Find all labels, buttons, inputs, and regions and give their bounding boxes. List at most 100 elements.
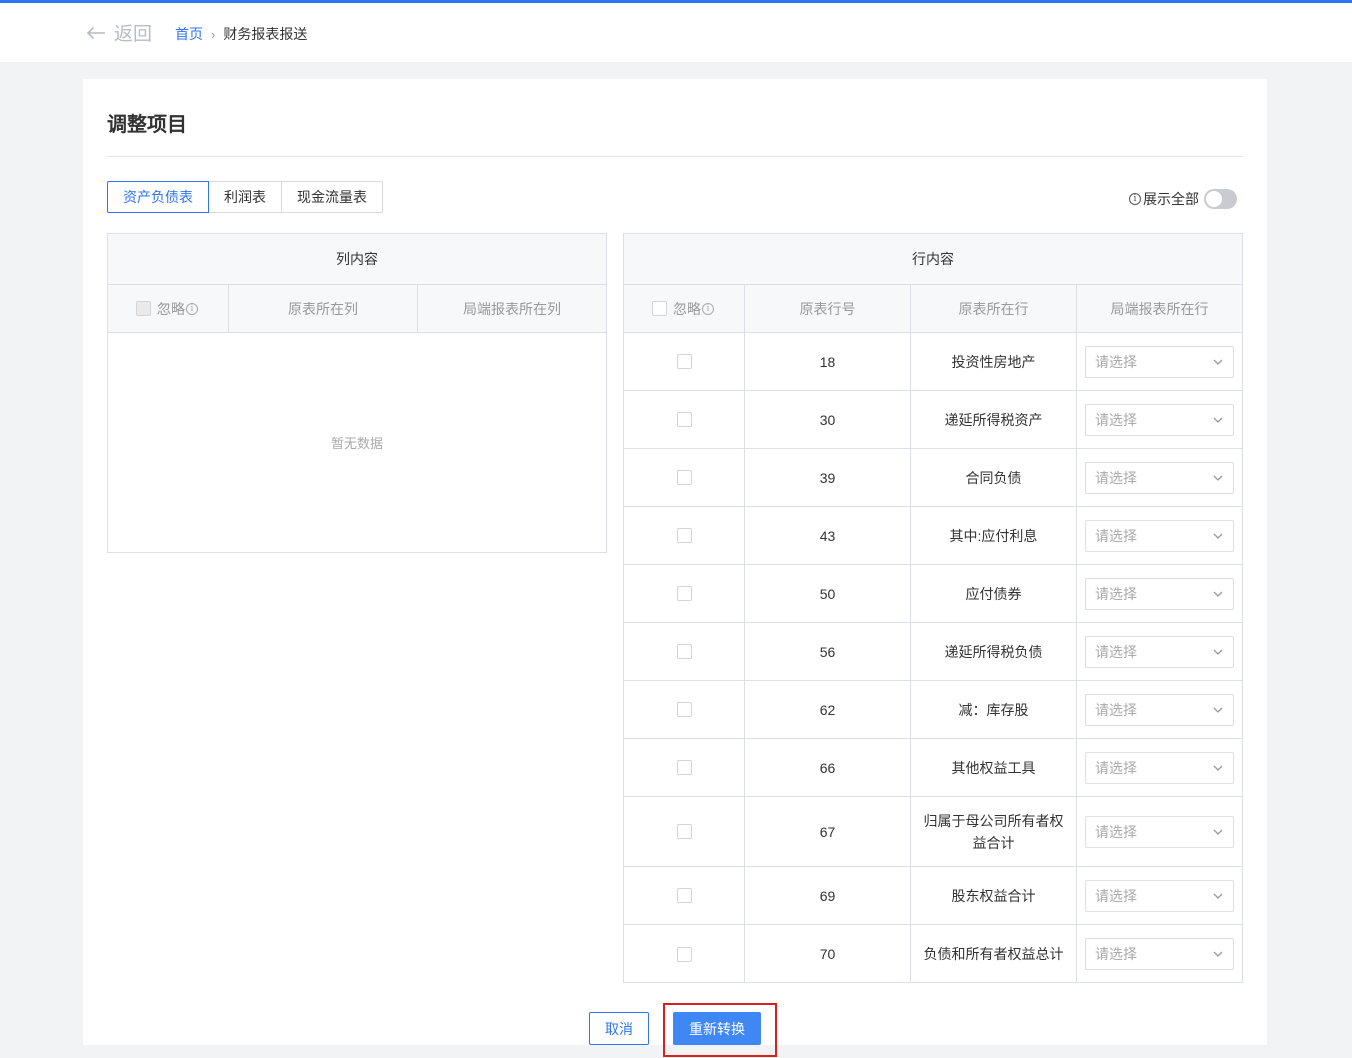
row-target-select[interactable]: 请选择 [1085,403,1234,436]
row-table-body: 18 投资性房地产 请选择 30 递延所得税资产 请选择 39 合同负债 请选择 43 其中:应付利… [624,333,1242,983]
row-source-name: 投资性房地产 [951,353,1036,370]
breadcrumb-home-link[interactable]: 首页 [175,24,203,44]
reconvert-button[interactable]: 重新转换 [673,1012,761,1045]
row-number-cell: 67 [745,797,911,866]
row-target-select[interactable]: 请选择 [1085,938,1234,970]
row-ignore-cell [624,449,745,506]
breadcrumb: 首页 › 财务报表报送 [175,24,307,44]
row-target-select[interactable]: 请选择 [1085,577,1234,610]
row-ignore-checkbox[interactable] [676,412,692,427]
row-number-cell: 43 [745,507,911,564]
tab-income-statement[interactable]: 利润表 [208,181,282,213]
column-ignore-header: 忽略 i [108,285,229,332]
row-number-cell: 50 [745,565,911,622]
row-number-cell: 62 [745,681,911,738]
row-target-cell: 请选择 [1077,681,1242,738]
select-placeholder: 请选择 [1095,469,1137,486]
top-bar: 返回 首页 › 财务报表报送 [0,3,1352,62]
row-ignore-checkbox[interactable] [676,470,692,485]
row-target-select[interactable]: 请选择 [1085,345,1234,378]
row-number-cell: 30 [745,391,911,448]
row-ignore-header: 忽略 i [624,285,745,332]
row-source-name: 应付债券 [965,585,1022,602]
chevron-down-icon [1213,417,1223,423]
row-source-cell: 递延所得税资产 [911,391,1077,448]
select-placeholder: 请选择 [1095,823,1137,840]
row-target-cell: 请选择 [1077,449,1242,506]
row-source-cell: 其他权益工具 [911,739,1077,796]
row-ignore-checkbox[interactable] [676,702,692,717]
row-source-cell: 递延所得税负债 [911,623,1077,680]
row-target-cell: 请选择 [1077,391,1242,448]
back-button[interactable]: 返回 [86,19,152,46]
row-ignore-checkbox[interactable] [676,586,692,601]
table-row: 56 递延所得税负债 请选择 [624,623,1242,681]
chevron-down-icon [1213,649,1223,655]
row-target-select[interactable]: 请选择 [1085,519,1234,552]
select-placeholder: 请选择 [1095,887,1137,904]
row-source-header: 原表所在行 [911,285,1077,332]
row-panel-title: 行内容 [624,234,1242,285]
row-target-cell: 请选择 [1077,797,1242,866]
tab-cash-flow[interactable]: 现金流量表 [281,181,383,213]
row-ignore-checkbox[interactable] [676,760,692,775]
row-source-name: 归属于母公司所有者权益合计 [923,812,1064,851]
table-row: 50 应付债券 请选择 [624,565,1242,623]
row-target-select[interactable]: 请选择 [1085,751,1234,784]
page-title: 调整项目 [107,114,187,136]
cancel-button[interactable]: 取消 [589,1012,649,1045]
tab-balance-sheet[interactable]: 资产负债表 [107,181,209,213]
row-target-select[interactable]: 请选择 [1085,461,1234,494]
row-source-cell: 应付债券 [911,565,1077,622]
row-source-name: 其他权益工具 [951,759,1036,776]
row-source-cell: 减：库存股 [911,681,1077,738]
row-number-cell: 69 [745,867,911,924]
column-ignore-all-checkbox[interactable] [136,301,151,316]
row-ignore-checkbox[interactable] [676,946,692,962]
column-content-panel: 列内容 忽略 i 原表所在列 局端报表所在列 暂无数据 [107,233,607,553]
show-all-control: i 展示全部 [1129,189,1237,209]
row-ignore-checkbox[interactable] [676,528,692,543]
row-ignore-cell [624,739,745,796]
row-target-cell: 请选择 [1077,925,1242,983]
row-ignore-label: 忽略 [673,300,701,317]
row-ignore-all-checkbox[interactable] [652,301,667,316]
row-target-cell: 请选择 [1077,565,1242,622]
show-all-toggle[interactable] [1204,189,1237,209]
table-row: 39 合同负债 请选择 [624,449,1242,507]
row-source-cell: 投资性房地产 [911,333,1077,390]
table-row: 62 减：库存股 请选择 [624,681,1242,739]
row-ignore-checkbox[interactable] [676,644,692,659]
row-ignore-checkbox[interactable] [676,354,692,369]
row-target-cell: 请选择 [1077,507,1242,564]
toggle-knob [1206,191,1222,207]
row-target-select[interactable]: 请选择 [1085,693,1234,726]
row-source-cell: 合同负债 [911,449,1077,506]
info-icon: i [702,302,714,315]
row-source-name: 负债和所有者权益总计 [923,946,1064,962]
row-ignore-cell [624,925,745,983]
row-ignore-checkbox[interactable] [676,824,692,839]
table-row: 67 归属于母公司所有者权益合计 请选择 [624,797,1242,867]
row-source-cell: 负债和所有者权益总计 [911,925,1077,983]
select-placeholder: 请选择 [1095,585,1137,602]
row-source-name: 递延所得税负债 [944,643,1043,660]
empty-state: 暂无数据 [330,436,383,451]
chevron-down-icon [1213,533,1223,539]
back-label: 返回 [114,24,153,45]
breadcrumb-current: 财务报表报送 [223,26,308,42]
table-row: 43 其中:应付利息 请选择 [624,507,1242,565]
chevron-down-icon [1213,475,1223,481]
column-target-header: 局端报表所在列 [463,300,561,317]
row-ignore-cell [624,867,745,924]
column-source-header: 原表所在列 [229,285,418,332]
row-source-name: 其中:应付利息 [949,527,1038,544]
row-target-select[interactable]: 请选择 [1085,879,1234,912]
row-ignore-checkbox[interactable] [676,888,692,903]
row-source-name: 递延所得税资产 [944,411,1043,428]
row-ignore-cell [624,681,745,738]
row-target-select[interactable]: 请选择 [1085,815,1234,848]
row-target-select[interactable]: 请选择 [1085,635,1234,668]
row-number-cell: 56 [745,623,911,680]
row-target-cell: 请选择 [1077,739,1242,796]
